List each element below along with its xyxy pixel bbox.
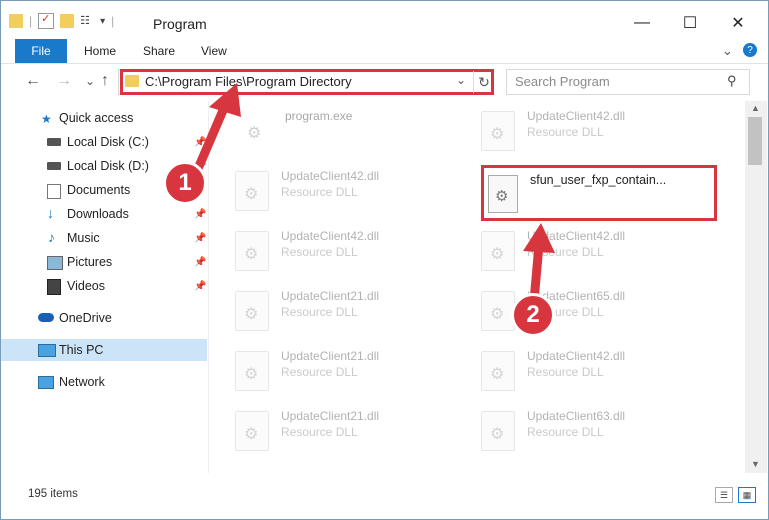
annotation-arrows xyxy=(192,83,555,306)
annotation-badge-one: 1 xyxy=(163,161,207,205)
annotation-badge-two: 2 xyxy=(511,293,555,337)
arrow-two-head xyxy=(523,223,555,253)
arrow-one-head xyxy=(209,83,241,117)
explorer-window: | ✓ ☷ ▾ | Program — ☐ ✕ File Home Share … xyxy=(0,0,769,520)
arrow-one-shaft xyxy=(192,96,232,176)
